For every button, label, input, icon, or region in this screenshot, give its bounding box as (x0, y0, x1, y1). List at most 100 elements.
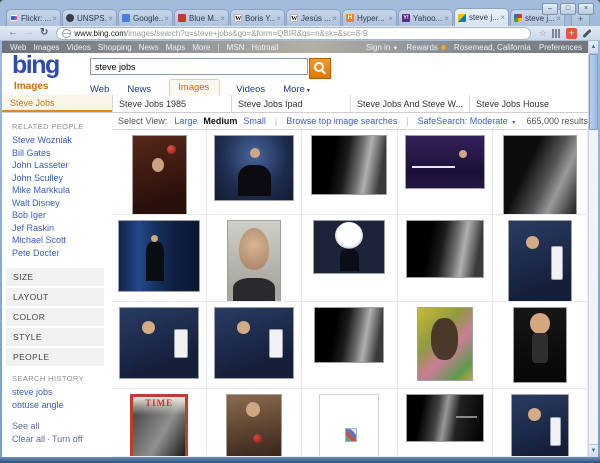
image-result[interactable] (397, 389, 493, 457)
search-input[interactable] (90, 58, 308, 75)
image-result[interactable] (397, 130, 493, 215)
maximize-icon[interactable]: □ (560, 3, 576, 15)
scroll-up-icon[interactable]: ▲ (589, 41, 598, 54)
tab-close-icon[interactable]: × (220, 14, 225, 23)
result-thumbnail[interactable] (226, 394, 283, 456)
image-result[interactable] (302, 130, 398, 215)
image-result[interactable] (112, 215, 208, 302)
image-result[interactable]: TIME (112, 389, 208, 457)
bing-nav-link[interactable]: Videos (67, 43, 91, 52)
msn-nav-link[interactable]: MSN (227, 43, 245, 52)
result-thumbnail[interactable] (313, 220, 386, 274)
bing-nav-link[interactable]: Shopping (98, 43, 132, 52)
clear-all-link[interactable]: Clear all (12, 434, 45, 444)
related-search-tab[interactable]: Steve Jobs And Steve W... (350, 95, 469, 112)
image-result[interactable] (492, 302, 588, 389)
forward-icon[interactable]: → (24, 28, 34, 38)
bing-nav-link[interactable]: Maps (166, 43, 186, 52)
scroll-down-icon[interactable]: ▼ (589, 444, 598, 457)
image-result[interactable] (207, 130, 303, 215)
location-link[interactable]: Rosemead, California (454, 43, 531, 52)
vertical-scrollbar[interactable]: ▲ ▼ (588, 41, 598, 457)
sidebar-section-header[interactable]: LAYOUT (6, 288, 104, 306)
image-result[interactable] (397, 215, 493, 302)
result-thumbnail[interactable] (319, 394, 380, 456)
result-thumbnail[interactable] (404, 135, 485, 189)
sidebar-section-header[interactable]: COLOR (6, 308, 104, 326)
result-thumbnail[interactable] (227, 220, 282, 301)
scope-tab[interactable]: Videos (236, 84, 267, 95)
browser-tab[interactable]: Google... × (118, 9, 173, 26)
browser-tab[interactable]: W Boris Y... × (230, 9, 285, 26)
tab-close-icon[interactable]: × (52, 14, 57, 23)
rewards-link[interactable]: Rewards (406, 43, 446, 52)
image-result[interactable] (492, 130, 588, 215)
result-thumbnail[interactable] (510, 394, 569, 456)
result-thumbnail[interactable] (507, 220, 572, 301)
related-person-link[interactable]: Bob Iger (12, 209, 112, 222)
reload-icon[interactable]: ↻ (40, 28, 48, 38)
browser-tab[interactable]: H Hyper... × (342, 9, 397, 26)
image-result[interactable] (397, 302, 493, 389)
see-all-link[interactable]: See all (12, 420, 112, 433)
bing-nav-link[interactable]: News (139, 43, 159, 52)
related-search-tab[interactable]: Steve Jobs House (469, 95, 588, 112)
browser-tab[interactable]: Y! Yahoo... × (398, 9, 453, 26)
browser-tab[interactable]: Flickr: ... × (6, 9, 61, 26)
image-result[interactable] (207, 302, 303, 389)
result-thumbnail[interactable] (131, 135, 187, 214)
related-person-link[interactable]: Steve Wozniak (12, 134, 112, 147)
tab-close-icon[interactable]: × (164, 14, 169, 23)
msn-nav-link[interactable]: Hotmail (251, 43, 278, 52)
result-thumbnail[interactable] (405, 394, 484, 442)
view-large-link[interactable]: Large (174, 116, 197, 126)
wrench-icon[interactable] (582, 28, 593, 39)
view-medium-selected[interactable]: Medium (203, 116, 237, 126)
browser-tab[interactable]: Blue M... × (174, 9, 229, 26)
related-person-link[interactable]: Walt Disney (12, 197, 112, 210)
image-result[interactable] (492, 215, 588, 302)
minimize-icon[interactable]: – (542, 3, 558, 15)
scope-tab[interactable]: Images (169, 79, 221, 95)
image-result[interactable] (302, 389, 398, 457)
result-thumbnail[interactable] (416, 307, 473, 381)
scrollbar-thumb[interactable] (589, 54, 598, 130)
sign-in-link[interactable]: Sign in ▼ (366, 43, 398, 52)
image-result[interactable] (302, 302, 398, 389)
related-search-tab[interactable]: Steve Jobs 1985 (112, 95, 231, 112)
result-thumbnail[interactable] (314, 307, 385, 363)
safesearch-dropdown[interactable]: SafeSearch: Moderate ▾ (418, 116, 516, 126)
related-person-link[interactable]: Bill Gates (12, 147, 112, 160)
tab-close-icon[interactable]: × (108, 14, 113, 23)
scope-tab[interactable]: Web (90, 84, 111, 95)
bing-logo[interactable]: bing (12, 51, 60, 80)
related-person-link[interactable]: Jef Raskin (12, 222, 112, 235)
related-person-link[interactable]: Pete Docter (12, 247, 112, 260)
result-thumbnail[interactable] (214, 307, 295, 379)
related-search-selected[interactable]: Steve Jobs (2, 95, 112, 112)
related-person-link[interactable]: John Lasseter (12, 159, 112, 172)
close-icon[interactable]: × (578, 3, 594, 15)
scope-tab[interactable]: More ▾ (283, 84, 310, 95)
image-result[interactable] (492, 389, 588, 457)
sidebar-section-header[interactable]: SIZE (6, 268, 104, 286)
related-person-link[interactable]: Mike Markkula (12, 184, 112, 197)
image-result[interactable] (207, 389, 303, 457)
scope-tab[interactable]: News (127, 84, 153, 95)
sidebar-section-header[interactable]: PEOPLE (6, 348, 104, 366)
bing-nav-link[interactable]: More (192, 43, 210, 52)
image-result[interactable] (302, 215, 398, 302)
related-person-link[interactable]: Michael Scott (12, 234, 112, 247)
turn-off-link[interactable]: Turn off (52, 434, 83, 444)
bookmark-star-icon[interactable]: ☆ (539, 28, 547, 39)
extension-plus-icon[interactable]: + (566, 27, 577, 39)
image-result[interactable] (112, 130, 208, 215)
result-thumbnail[interactable] (512, 307, 567, 383)
related-person-link[interactable]: John Sculley (12, 172, 112, 185)
address-bar[interactable]: www.bing.com /images/search?q=steve+jobs… (56, 26, 531, 40)
search-history-link[interactable]: steve jobs (12, 386, 112, 399)
back-icon[interactable]: ← (8, 28, 18, 38)
search-button[interactable] (309, 58, 331, 79)
browser-tab[interactable]: UNSPS... × (62, 9, 117, 26)
tab-close-icon[interactable]: × (276, 14, 281, 23)
